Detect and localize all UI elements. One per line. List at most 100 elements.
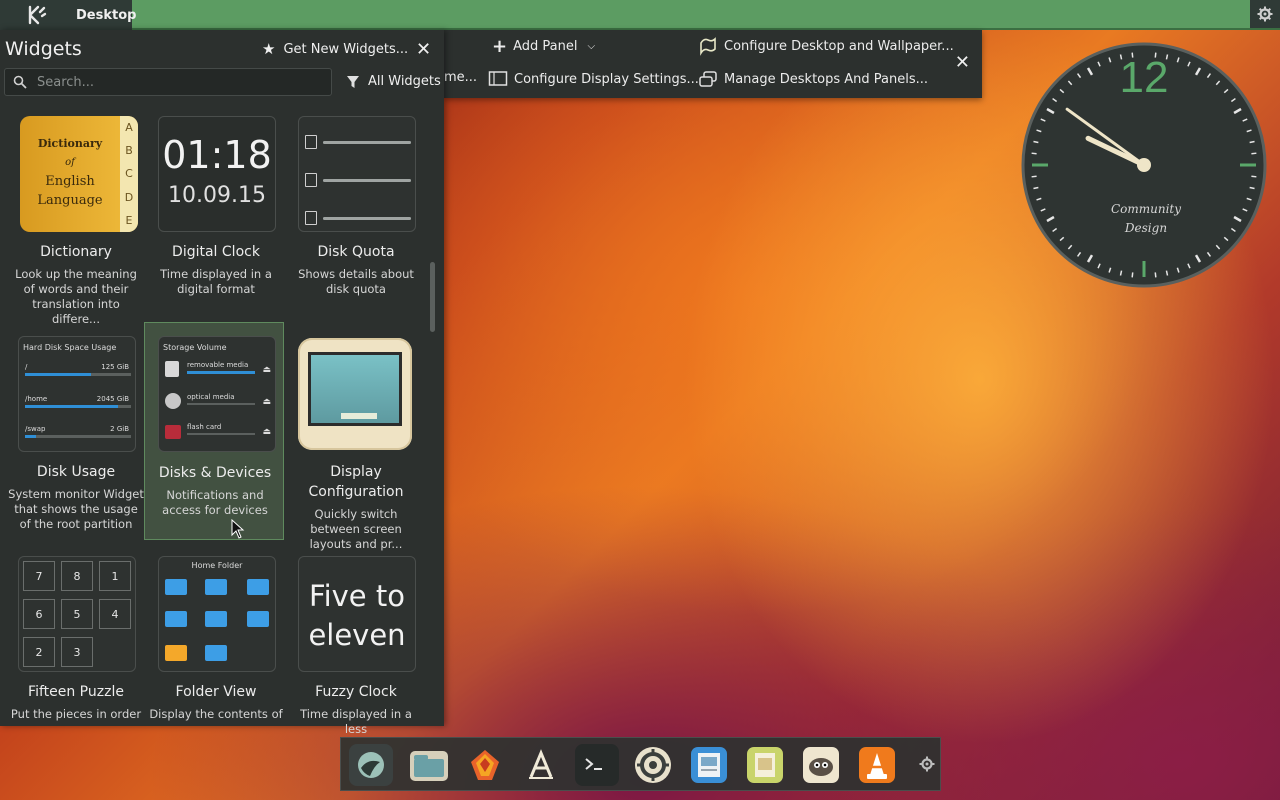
puzzle-piece: 1 — [99, 561, 131, 591]
add-panel-label: Add Panel — [513, 39, 578, 54]
puzzle-piece: 2 — [23, 637, 55, 667]
flash-card-icon — [165, 425, 181, 439]
fuzzy-line2: eleven — [308, 618, 406, 652]
terminal-icon[interactable] — [575, 744, 619, 786]
widget-tile-folder-view[interactable]: Home Folder Folder View Display the cont… — [146, 554, 286, 774]
eject-icon: ⏏ — [262, 427, 271, 437]
widget-tile-disk-usage[interactable]: Hard Disk Space Usage / 125 GiB /home 20… — [6, 334, 146, 554]
widget-name: Fuzzy Clock — [315, 684, 397, 700]
configure-display-label: Configure Display Settings... — [514, 71, 699, 87]
configure-desktop-button[interactable]: Configure Desktop and Wallpaper... — [698, 36, 954, 56]
folder-icon — [247, 579, 269, 595]
get-new-widgets-button[interactable]: ★ Get New Widgets... — [262, 40, 408, 58]
widget-tile-fifteen-puzzle[interactable]: 7 8 1 6 5 4 2 3 Fifteen Puzzle Put the p… — [6, 554, 146, 774]
letter-tab: A — [125, 121, 133, 135]
device-bar — [187, 433, 255, 435]
home-folder-title: Home Folder — [191, 561, 243, 570]
folder-icon — [305, 211, 317, 225]
document-icon[interactable] — [743, 744, 787, 786]
widget-name: Fifteen Puzzle — [28, 684, 124, 700]
clock-tick — [1165, 270, 1169, 276]
puzzle-piece: 6 — [23, 599, 55, 629]
configure-display-button[interactable]: Configure Display Settings... — [488, 70, 699, 88]
usage-bar-fill — [25, 405, 119, 408]
configure-desktop-label: Configure Desktop and Wallpaper... — [724, 38, 954, 54]
mount-label: /swap — [25, 425, 46, 433]
folder-icon — [305, 135, 317, 149]
dict-line3: English — [45, 174, 95, 189]
quota-bar — [323, 179, 411, 182]
widget-tile-dictionary[interactable]: Dictionary of English Language A B C D E… — [6, 114, 146, 334]
widget-tile-disks-devices[interactable]: Storage Volume removable media ⏏ optical… — [144, 322, 284, 540]
clock-numeral-12: 12 — [1120, 53, 1169, 102]
disk-quota-thumbnail — [298, 116, 416, 232]
puzzle-piece: 8 — [61, 561, 93, 591]
clock-tick — [1249, 140, 1255, 144]
gimp-icon[interactable] — [799, 744, 843, 786]
dock-settings-gear-icon[interactable] — [919, 756, 935, 776]
clock-tick — [1033, 140, 1039, 144]
quota-bar — [323, 217, 411, 220]
desktop-edit-toolbar: + Add Panel ⌵ Configure Desktop and Wall… — [444, 30, 982, 98]
kde-logo-icon[interactable] — [26, 3, 48, 27]
digital-clock-time: 01:18 — [162, 133, 272, 177]
add-panel-button[interactable]: + Add Panel ⌵ — [492, 36, 595, 57]
device-label: optical media — [187, 393, 235, 401]
desktops-icon — [699, 71, 717, 87]
monitor-icon — [298, 338, 412, 450]
dict-line2: of — [65, 157, 75, 168]
widget-description: System monitor Widget that shows the usa… — [8, 487, 144, 531]
get-new-widgets-label: Get New Widgets... — [283, 41, 409, 57]
folder-icon — [205, 645, 227, 661]
widget-search-field[interactable] — [4, 68, 332, 96]
widget-tile-digital-clock[interactable]: 01:18 10.09.15 Digital Clock Time displa… — [146, 114, 286, 334]
files-icon[interactable] — [407, 744, 451, 786]
widget-description: Time displayed in a less — [300, 707, 412, 736]
text-editor-icon[interactable] — [519, 744, 563, 786]
disk-usage-thumbnail: Hard Disk Space Usage / 125 GiB /home 20… — [18, 336, 136, 452]
firefox-icon[interactable] — [463, 744, 507, 786]
usage-bar-fill — [25, 373, 91, 376]
folder-icon — [165, 611, 187, 627]
optical-disc-icon — [165, 393, 181, 409]
device-label: removable media — [187, 361, 249, 369]
fuzzy-clock-text: Five to eleven — [299, 577, 415, 655]
top-panel: Desktop — [0, 0, 1280, 30]
widget-tile-disk-quota[interactable]: Disk Quota Shows details about disk quot… — [286, 114, 426, 334]
monitor-screen — [308, 352, 402, 426]
usage-bar-track — [25, 435, 131, 438]
quota-row — [305, 129, 411, 159]
widgets-scrollbar[interactable] — [430, 262, 435, 332]
analog-clock-widget[interactable]: 12 Community Design — [1021, 42, 1267, 288]
eject-icon: ⏏ — [262, 365, 271, 375]
widget-name: Folder View — [175, 684, 257, 700]
clock-tick — [1119, 270, 1123, 276]
truncated-item[interactable]: me... — [444, 70, 477, 85]
letter-tab: D — [124, 190, 134, 204]
settings-icon[interactable] — [631, 744, 675, 786]
clock-tick — [1251, 152, 1257, 155]
widget-tile-display-configuration[interactable]: Display Configuration Quickly switch bet… — [286, 334, 426, 554]
widget-name: Disks & Devices — [158, 465, 272, 481]
desktop-title: Desktop — [76, 7, 137, 23]
clock-tick — [1031, 152, 1037, 155]
truncated-label: me... — [444, 70, 478, 85]
vlc-icon[interactable] — [855, 744, 899, 786]
device-bar — [187, 403, 255, 405]
dictionary-thumbnail: Dictionary of English Language A B C D E — [20, 116, 138, 232]
fifteen-puzzle-thumbnail: 7 8 1 6 5 4 2 3 — [18, 556, 136, 672]
panel-settings-gear-icon[interactable] — [1250, 0, 1280, 28]
clock-tick — [1031, 175, 1037, 178]
image-viewer-icon[interactable] — [687, 744, 731, 786]
close-toolbar-icon[interactable]: ✕ — [955, 52, 970, 73]
wallpaper-icon — [700, 37, 716, 56]
search-input[interactable] — [35, 73, 309, 91]
folder-icon — [165, 645, 187, 661]
app-launcher-icon[interactable] — [349, 744, 393, 786]
all-widgets-filter-button[interactable]: All Widgets — [346, 74, 441, 89]
manage-desktops-button[interactable]: Manage Desktops And Panels... — [698, 70, 928, 88]
fuzzy-line1: Five to — [309, 579, 405, 613]
folder-icon — [247, 611, 269, 627]
widget-description: Shows details about disk quota — [298, 267, 414, 296]
close-widgets-icon[interactable]: ✕ — [416, 39, 431, 60]
